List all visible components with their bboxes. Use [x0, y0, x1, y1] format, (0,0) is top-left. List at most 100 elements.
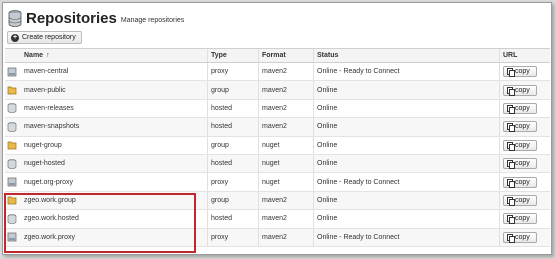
- repo-type: group: [211, 86, 229, 94]
- repo-status: Online: [317, 141, 338, 149]
- plus-icon: +: [11, 33, 19, 42]
- url-cell: copy: [503, 210, 537, 227]
- copy-url-button[interactable]: copy: [503, 194, 537, 206]
- column-header-format[interactable]: Format: [262, 49, 286, 62]
- repo-name: maven-central: [24, 68, 69, 76]
- repo-format: maven2: [262, 123, 287, 131]
- repo-status: Online: [317, 160, 338, 168]
- repo-format: nuget: [262, 141, 280, 149]
- repo-name: nuget-hosted: [24, 160, 65, 168]
- repo-status: Online: [317, 86, 338, 94]
- group-repo-icon: [7, 81, 19, 98]
- repo-status: Online: [317, 104, 338, 112]
- url-cell: copy: [503, 100, 537, 117]
- copy-icon: [507, 141, 515, 151]
- url-cell: copy: [503, 155, 537, 172]
- column-header-name[interactable]: Name ↑: [24, 49, 50, 62]
- repo-status: Online - Ready to Connect: [317, 178, 400, 186]
- copy-url-button[interactable]: copy: [503, 176, 537, 188]
- column-header-status[interactable]: Status: [317, 49, 338, 62]
- copy-label: copy: [515, 86, 530, 94]
- copy-icon: [507, 160, 515, 170]
- copy-url-button[interactable]: copy: [503, 213, 537, 225]
- repo-name: maven-public: [24, 86, 66, 94]
- repo-format: maven2: [262, 86, 287, 94]
- repo-format: maven2: [262, 196, 287, 204]
- copy-icon: [507, 233, 515, 243]
- copy-label: copy: [515, 141, 530, 149]
- table-row[interactable]: maven-central proxy maven2 Online - Ready t…: [5, 63, 550, 82]
- hosted-repo-icon: [7, 118, 19, 135]
- copy-url-button[interactable]: copy: [503, 102, 537, 114]
- repo-status: Online: [317, 196, 338, 204]
- repo-type: hosted: [211, 123, 233, 131]
- url-cell: copy: [503, 81, 537, 98]
- copy-icon: [507, 123, 515, 133]
- database-icon: [8, 9, 22, 27]
- sort-ascending-icon: ↑: [46, 52, 50, 59]
- copy-icon: [507, 196, 515, 206]
- url-cell: copy: [503, 192, 537, 209]
- copy-label: copy: [515, 160, 530, 168]
- copy-url-button[interactable]: copy: [503, 121, 537, 133]
- page-subtitle: Manage repositories: [120, 16, 185, 24]
- url-cell: copy: [503, 63, 537, 80]
- repo-name: maven-releases: [24, 104, 74, 112]
- url-cell: copy: [503, 173, 537, 190]
- url-cell: copy: [503, 229, 537, 246]
- hosted-repo-icon: [7, 100, 19, 117]
- url-cell: copy: [503, 118, 537, 135]
- repo-type: proxy: [211, 68, 229, 76]
- copy-icon: [507, 86, 515, 96]
- repo-format: maven2: [262, 215, 287, 223]
- repo-type: hosted: [211, 160, 233, 168]
- create-repository-button[interactable]: + Create repository: [7, 31, 82, 44]
- repo-type: hosted: [211, 104, 233, 112]
- column-header-type[interactable]: Type: [211, 49, 227, 62]
- column-header-url[interactable]: URL: [503, 49, 517, 62]
- repo-name: nuget.org-proxy: [24, 178, 74, 186]
- repo-type: proxy: [211, 178, 229, 186]
- repo-status: Online - Ready to Connect: [317, 233, 400, 241]
- page-title: Repositories: [26, 9, 117, 27]
- proxy-repo-icon: [7, 63, 19, 80]
- repo-type: proxy: [211, 233, 229, 241]
- repo-status: Online: [317, 215, 338, 223]
- repo-format: maven2: [262, 233, 287, 241]
- table-row[interactable]: nuget-group group nuget Online copy: [5, 136, 550, 155]
- repo-type: group: [211, 196, 229, 204]
- copy-icon: [507, 215, 515, 225]
- repo-format: maven2: [262, 104, 287, 112]
- table-row[interactable]: nuget-hosted hosted nuget Online copy: [5, 154, 550, 174]
- table-row[interactable]: nuget.org-proxy proxy nuget Online - Ready …: [5, 173, 550, 192]
- table-header: Name ↑ Type Format Status URL: [5, 49, 550, 63]
- repo-format: nuget: [262, 178, 280, 186]
- copy-url-button[interactable]: copy: [503, 231, 537, 243]
- copy-label: copy: [515, 123, 530, 131]
- table-row[interactable]: maven-releases hosted maven2 Online copy: [5, 99, 550, 119]
- table-row[interactable]: maven-public group maven2 Online copy: [5, 81, 550, 100]
- copy-url-button[interactable]: copy: [503, 158, 537, 170]
- copy-icon: [507, 178, 515, 188]
- repo-name: nuget-group: [24, 141, 62, 149]
- page-header: Repositories Manage repositories: [8, 7, 184, 29]
- copy-label: copy: [515, 215, 530, 223]
- copy-label: copy: [515, 178, 530, 186]
- copy-url-button[interactable]: copy: [503, 139, 537, 151]
- hosted-repo-icon: [7, 155, 19, 172]
- copy-label: copy: [515, 233, 530, 241]
- repositories-panel: Repositories Manage repositories + Creat…: [2, 2, 552, 255]
- repo-status: Online: [317, 123, 338, 131]
- repo-status: Online - Ready to Connect: [317, 68, 400, 76]
- repo-format: maven2: [262, 68, 287, 76]
- table-row[interactable]: maven-snapshots hosted maven2 Online copy: [5, 118, 550, 137]
- copy-label: copy: [515, 104, 530, 112]
- copy-url-button[interactable]: copy: [503, 66, 537, 78]
- group-repo-icon: [7, 137, 19, 154]
- copy-label: copy: [515, 68, 530, 76]
- proxy-repo-icon: [7, 173, 19, 190]
- copy-icon: [507, 104, 515, 114]
- url-cell: copy: [503, 137, 537, 154]
- repo-name: maven-snapshots: [24, 123, 80, 131]
- copy-url-button[interactable]: copy: [503, 84, 537, 96]
